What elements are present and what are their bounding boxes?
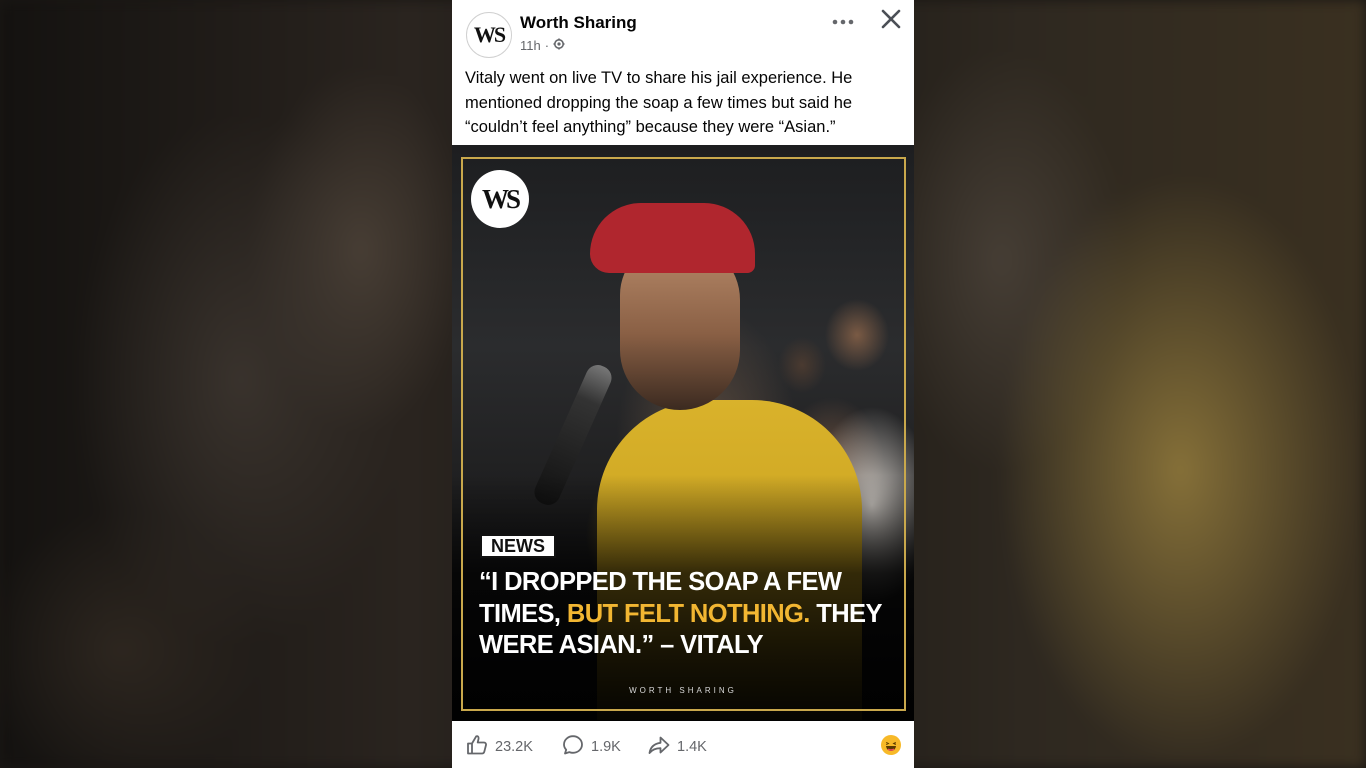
share-count: 1.4K — [677, 739, 707, 755]
comment-bubble-icon — [561, 733, 585, 761]
post-image[interactable]: WS NEWS “I DROPPED THE SOAP A FEW TIMES,… — [452, 145, 914, 721]
close-icon — [881, 9, 901, 34]
image-logo: WS — [471, 170, 529, 228]
image-logo-text: WS — [481, 183, 521, 214]
post-card: WS Worth Sharing 11h · Vitaly went on li… — [452, 0, 914, 768]
thumbs-up-icon — [465, 733, 489, 761]
comment-button[interactable]: 1.9K — [561, 733, 621, 761]
share-button[interactable]: 1.4K — [647, 733, 707, 761]
post-caption: Vitaly went on live TV to share his jail… — [465, 69, 853, 136]
image-headline: “I DROPPED THE SOAP A FEW TIMES, BUT FEL… — [479, 567, 899, 662]
post-meta: 11h · — [520, 38, 565, 53]
more-dots-icon — [832, 12, 854, 30]
headline-highlight: BUT FELT NOTHING. — [566, 599, 810, 628]
news-badge: NEWS — [480, 534, 556, 558]
like-button[interactable]: 23.2K — [465, 733, 533, 761]
meta-separator: · — [544, 38, 550, 53]
image-watermark: WORTH SHARING — [629, 686, 737, 695]
close-button[interactable] — [876, 6, 906, 36]
post-time[interactable]: 11h — [520, 38, 541, 53]
like-count: 23.2K — [495, 739, 533, 755]
globe-settings-icon — [553, 38, 565, 53]
share-arrow-icon — [647, 733, 671, 761]
laughing-emoji-icon[interactable] — [881, 735, 901, 755]
post-header: WS Worth Sharing 11h · — [452, 0, 914, 64]
avatar-logo-text: WS — [473, 22, 506, 47]
more-options-button[interactable] — [828, 6, 858, 36]
post-actions-bar: 23.2K 1.9K 1.4K — [452, 721, 914, 768]
comment-count: 1.9K — [591, 739, 621, 755]
page-avatar[interactable]: WS — [466, 12, 512, 58]
page-name[interactable]: Worth Sharing — [520, 13, 637, 33]
